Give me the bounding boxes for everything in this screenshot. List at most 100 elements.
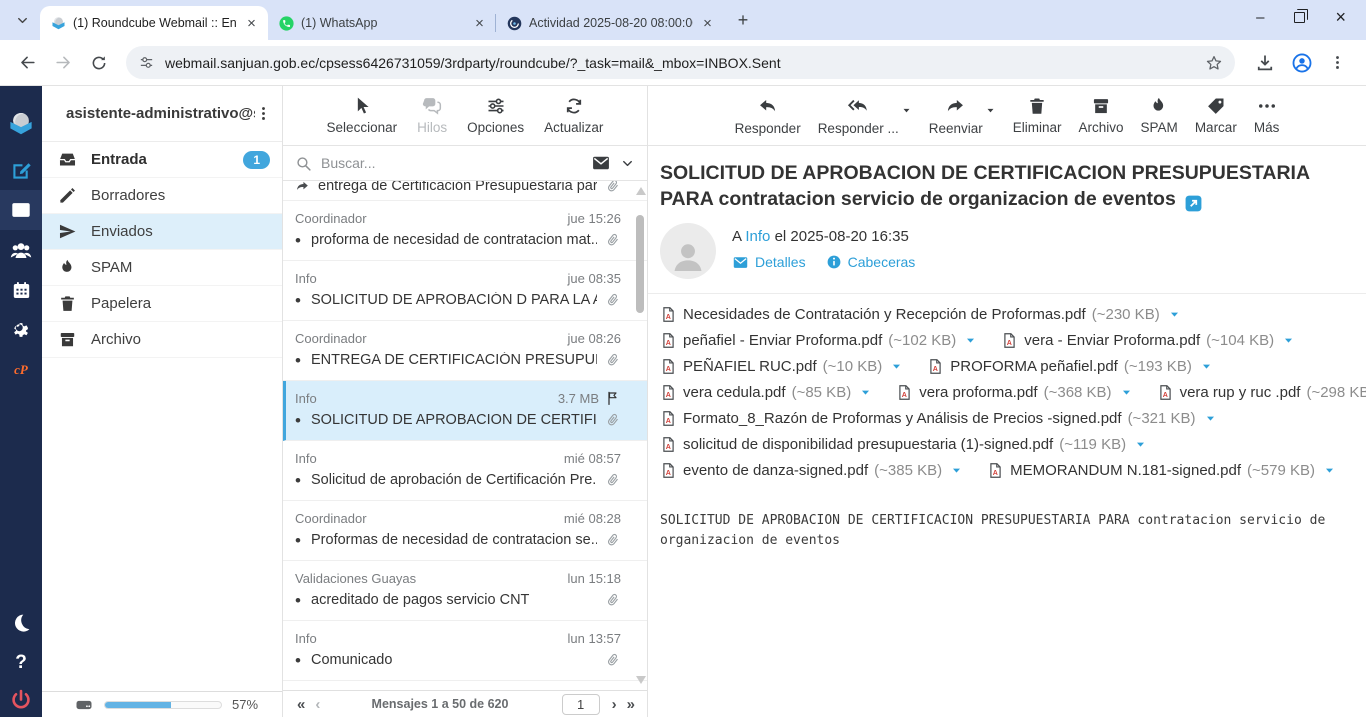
scroll-up-icon[interactable] [636,187,646,195]
next-page-button[interactable]: › [612,696,615,713]
message-row[interactable]: Infojue 08:35•SOLICITUD DE APROBACIÓN D … [283,261,647,321]
attachment-menu-caret-icon[interactable] [859,386,872,399]
forward-button[interactable] [48,48,78,78]
message-row[interactable]: entrega de Certificación Presupuestaria … [283,181,647,201]
message-row[interactable]: Coordinadorjue 15:26•proforma de necesid… [283,201,647,261]
restore-button[interactable] [1294,12,1305,23]
folder-item-entrada[interactable]: Entrada1 [42,142,282,178]
open-external-icon[interactable] [1184,194,1203,213]
browser-menu-icon[interactable] [1329,54,1346,71]
attachment-item[interactable]: PROFORMA peñafiel.pdf (~193 KB) [927,358,1213,375]
back-button[interactable] [12,48,42,78]
browser-tab-whatsapp[interactable]: (1) WhatsApp × [268,6,496,40]
scroll-down-icon[interactable] [636,676,646,684]
attachment-item[interactable]: vera cedula.pdf (~85 KB) [660,384,872,401]
more-button[interactable]: Más [1254,96,1280,135]
bookmark-star-icon[interactable] [1205,54,1223,72]
last-page-button[interactable]: » [627,696,633,713]
prev-page-button[interactable]: ‹ [315,696,318,713]
cpanel-icon[interactable]: cP [0,350,42,390]
attachment-menu-caret-icon[interactable] [964,334,977,347]
first-page-button[interactable]: « [297,696,303,713]
profile-avatar-icon[interactable] [1291,52,1313,74]
account-menu-icon[interactable] [255,105,272,122]
site-settings-icon[interactable] [138,54,155,71]
recipient-link[interactable]: Info [745,228,770,245]
attachment-menu-caret-icon[interactable] [1323,464,1336,477]
delete-button[interactable]: Eliminar [1013,96,1062,135]
attachment-menu-caret-icon[interactable] [1120,386,1133,399]
message-row[interactable]: Validaciones Guayaslun 15:18•acreditado … [283,561,647,621]
search-input[interactable] [321,155,582,171]
help-icon[interactable]: ? [0,643,42,683]
page-number-input[interactable] [562,694,600,715]
scrollbar-thumb[interactable] [636,215,644,313]
attachment-menu-caret-icon[interactable] [1168,308,1181,321]
message-row[interactable]: Coordinadorjue 08:26•ENTREGA DE CERTIFIC… [283,321,647,381]
attachment-item[interactable]: vera - Enviar Proforma.pdf (~104 KB) [1001,332,1295,349]
folder-item-enviados[interactable]: Enviados [42,214,282,250]
attachment-item[interactable]: PEÑAFIEL RUC.pdf (~10 KB) [660,358,903,375]
attachment-item[interactable]: vera rup y ruc .pdf (~298 KB) [1157,384,1366,401]
threads-button[interactable]: Hilos [417,96,447,135]
downloads-icon[interactable] [1255,53,1275,73]
message-row[interactable]: Coordinadormié 08:28•Proformas de necesi… [283,501,647,561]
list-scrollbar[interactable] [634,183,646,688]
attachment-menu-caret-icon[interactable] [1282,334,1295,347]
message-row[interactable]: Infolun 13:57•Comunicado [283,621,647,681]
attachment-menu-caret-icon[interactable] [1200,360,1213,373]
options-button[interactable]: Opciones [467,96,524,135]
search-options-chevron-icon[interactable] [620,156,635,171]
settings-gear-icon[interactable] [0,310,42,350]
new-tab-button[interactable]: + [730,7,756,33]
refresh-button[interactable]: Actualizar [544,96,603,135]
browser-tab-actividad[interactable]: Actividad 2025-08-20 08:00:00 × [496,6,724,40]
attachment-menu-caret-icon[interactable] [1134,438,1147,451]
logout-power-icon[interactable] [0,683,42,717]
url-text[interactable]: webmail.sanjuan.gob.ec/cpsess6426731059/… [165,55,1195,71]
folder-item-spam[interactable]: SPAM [42,250,282,286]
attachment-menu-caret-icon[interactable] [950,464,963,477]
tab-close-icon[interactable]: × [699,15,716,32]
select-button[interactable]: Seleccionar [327,96,398,135]
archive-button[interactable]: Archivo [1079,96,1124,135]
tab-close-icon[interactable]: × [243,15,260,32]
message-row[interactable]: Coordinadorlun 13:25•Proformas de necesi… [283,681,647,690]
attachment-item[interactable]: vera proforma.pdf (~368 KB) [896,384,1132,401]
attachment-item[interactable]: MEMORANDUM N.181-signed.pdf (~579 KB) [987,462,1336,479]
folder-item-borradores[interactable]: Borradores [42,178,282,214]
forward-button[interactable]: Reenviar [929,96,983,136]
attachment-item[interactable]: evento de danza-signed.pdf (~385 KB) [660,462,963,479]
spam-button[interactable]: SPAM [1141,96,1178,135]
minimize-button[interactable]: – [1256,9,1264,26]
reload-button[interactable] [84,48,114,78]
forward-caret-icon[interactable] [985,105,996,116]
attachment-menu-caret-icon[interactable] [890,360,903,373]
folder-item-papelera[interactable]: Papelera [42,286,282,322]
tab-search-button[interactable] [8,6,36,34]
attachment-menu-caret-icon[interactable] [1204,412,1217,425]
attachment-item[interactable]: Necesidades de Contratación y Recepción … [660,306,1181,323]
reply-button[interactable]: Responder [735,96,801,136]
reply-all-caret-icon[interactable] [901,105,912,116]
attachment-item[interactable]: Formato_8_Razón de Proformas y Análisis … [660,410,1217,427]
attachment-item[interactable]: peñafiel - Enviar Proforma.pdf (~102 KB) [660,332,977,349]
calendar-nav-button[interactable] [0,270,42,310]
details-link[interactable]: Detalles [732,254,806,271]
search-scope-envelope-icon[interactable] [591,153,611,173]
dark-mode-moon-icon[interactable] [0,603,42,643]
browser-tab-roundcube[interactable]: (1) Roundcube Webmail :: Envia × [40,6,268,40]
close-window-button[interactable]: × [1335,7,1346,28]
folder-item-archivo[interactable]: Archivo [42,322,282,358]
tab-close-icon[interactable]: × [471,15,488,32]
message-row[interactable]: Info3.7 MB•SOLICITUD DE APROBACION DE CE… [283,381,647,441]
address-bar[interactable]: webmail.sanjuan.gob.ec/cpsess6426731059/… [126,46,1235,79]
contacts-nav-button[interactable] [0,230,42,270]
message-row[interactable]: Infomié 08:57•Solicitud de aprobación de… [283,441,647,501]
attachment-item[interactable]: solicitud de disponibilidad presupuestar… [660,436,1147,453]
compose-button[interactable] [0,150,42,190]
reply-all-button[interactable]: Responder ... [818,96,899,136]
mark-button[interactable]: Marcar [1195,96,1237,135]
mail-nav-button[interactable] [0,190,42,230]
headers-link[interactable]: Cabeceras [826,254,916,271]
